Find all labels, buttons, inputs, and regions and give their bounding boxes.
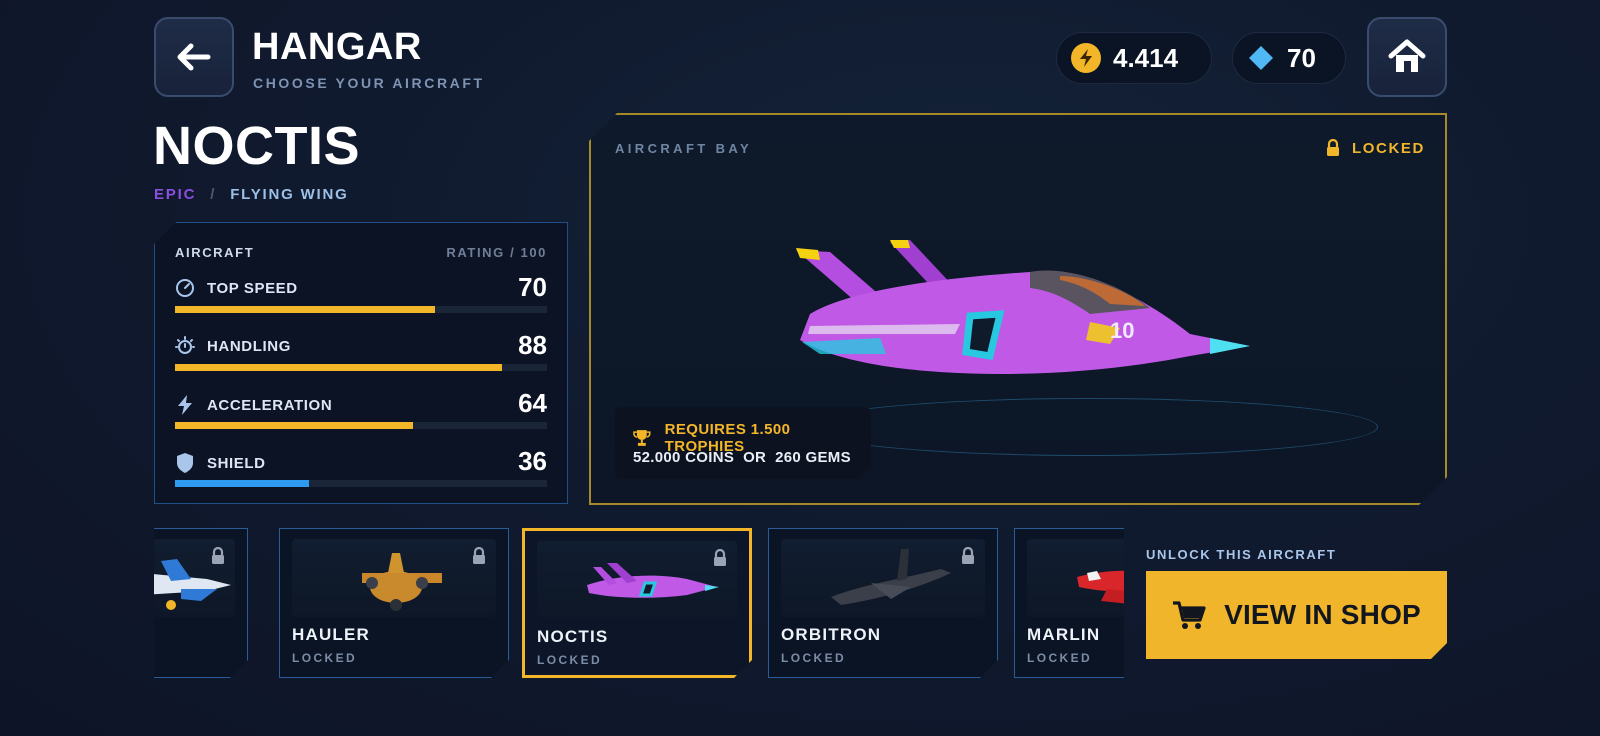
aircraft-card-orbitron[interactable]: ORBITRON LOCKED	[768, 528, 998, 678]
marlin-thumbnail-image	[1027, 539, 1124, 617]
hauler-thumbnail-image	[292, 539, 498, 617]
card-thumbnail	[781, 539, 985, 617]
stat-bar	[175, 364, 547, 371]
aircraft-model-image[interactable]: 10	[790, 230, 1250, 390]
stat-label: ACCELERATION	[207, 396, 333, 414]
card-name: ORBITRON	[781, 625, 882, 644]
page-title: HANGAR	[252, 26, 422, 68]
stat-value: 88	[518, 330, 547, 360]
shop-button-label: VIEW IN SHOP	[1224, 599, 1421, 630]
page-subtitle: CHOOSE YOUR AIRCRAFT	[253, 75, 485, 91]
stat-bar-fill	[175, 306, 436, 313]
aircraft-card-marlin[interactable]: MARLIN LOCKED	[1014, 528, 1124, 678]
stat-acceleration: ACCELERATION 64	[175, 388, 547, 438]
shield-icon	[177, 453, 193, 473]
lock-status-badge: LOCKED	[1326, 139, 1425, 157]
stat-label: TOP SPEED	[207, 279, 298, 297]
aircraft-decal: 10	[1110, 318, 1134, 343]
speedometer-icon	[176, 279, 194, 297]
card-name: NOCTIS	[537, 627, 609, 646]
padlock-icon	[961, 547, 975, 565]
stat-bar	[175, 422, 547, 429]
aircraft-card[interactable]	[154, 528, 248, 678]
gem-amount: 70	[1287, 42, 1316, 73]
trophy-icon	[633, 429, 651, 447]
arrow-left-icon	[177, 43, 211, 71]
stat-label: HANDLING	[207, 337, 291, 355]
back-button[interactable]	[154, 17, 234, 97]
orbitron-thumbnail-image	[781, 539, 987, 617]
stat-bar	[175, 306, 547, 313]
stats-header-left: AIRCRAFT	[175, 245, 255, 260]
stopwatch-icon	[175, 336, 195, 354]
stat-handling: HANDLING 88	[175, 330, 547, 380]
card-thumbnail	[1027, 539, 1124, 617]
aircraft-card-hauler[interactable]: HAULER LOCKED	[279, 528, 509, 678]
padlock-icon	[211, 547, 225, 565]
stat-shield: SHIELD 36	[175, 446, 547, 496]
bay-title: AIRCRAFT BAY	[615, 141, 753, 156]
requirement-panel: REQUIRES 1.500 TROPHIES 52.000 COINS OR …	[615, 407, 871, 479]
home-icon	[1388, 39, 1426, 72]
unlock-cost: 52.000 COINS OR 260 GEMS	[633, 449, 851, 466]
lightning-icon	[178, 395, 192, 415]
coin-amount: 4.414	[1113, 42, 1179, 73]
stat-bar-fill	[175, 422, 414, 429]
cart-icon	[1172, 600, 1206, 630]
meta-separator: /	[210, 186, 217, 203]
stat-bar	[175, 480, 547, 487]
card-status: LOCKED	[781, 651, 847, 665]
stats-panel: AIRCRAFT RATING / 100 TOP SPEED 70 HANDL…	[154, 222, 568, 504]
lightning-coin-icon	[1071, 43, 1101, 73]
card-name: MARLIN	[1027, 625, 1101, 644]
aircraft-card-noctis[interactable]: NOCTIS LOCKED	[522, 528, 752, 678]
card-status: LOCKED	[537, 653, 603, 667]
stat-value: 70	[518, 272, 547, 302]
stats-header: AIRCRAFT RATING / 100	[175, 245, 547, 260]
lock-status-label: LOCKED	[1352, 139, 1425, 157]
stat-value: 36	[518, 446, 547, 476]
stat-bar-fill	[175, 364, 503, 371]
diamond-gem-icon	[1249, 46, 1273, 70]
stat-label: SHIELD	[207, 454, 266, 472]
aircraft-class: FLYING WING	[230, 186, 349, 203]
view-in-shop-button[interactable]: VIEW IN SHOP	[1146, 571, 1447, 659]
padlock-icon	[1327, 139, 1339, 156]
stat-top-speed: TOP SPEED 70	[175, 272, 547, 322]
card-status: LOCKED	[1027, 651, 1093, 665]
gem-balance[interactable]: 70	[1232, 32, 1346, 84]
aircraft-carousel[interactable]: HAULER LOCKED NOCTIS LOCKED ORBITRON LOC…	[154, 526, 1124, 678]
card-name: HAULER	[292, 625, 371, 644]
stats-header-right: RATING / 100	[446, 245, 547, 260]
padlock-icon	[472, 547, 486, 565]
platform-ring	[800, 398, 1378, 456]
unlock-label: UNLOCK THIS AIRCRAFT	[1146, 547, 1337, 562]
card-status: LOCKED	[292, 651, 358, 665]
stat-bar-fill	[175, 480, 309, 487]
stat-value: 64	[518, 388, 547, 418]
card-thumbnail	[292, 539, 496, 617]
home-button[interactable]	[1367, 17, 1447, 97]
card-thumbnail	[537, 541, 737, 619]
coin-balance[interactable]: 4.414	[1056, 32, 1212, 84]
rarity-label: EPIC	[154, 186, 197, 203]
aircraft-meta: EPIC / FLYING WING	[154, 186, 349, 203]
aircraft-name: NOCTIS	[153, 116, 361, 176]
padlock-icon	[713, 549, 727, 567]
